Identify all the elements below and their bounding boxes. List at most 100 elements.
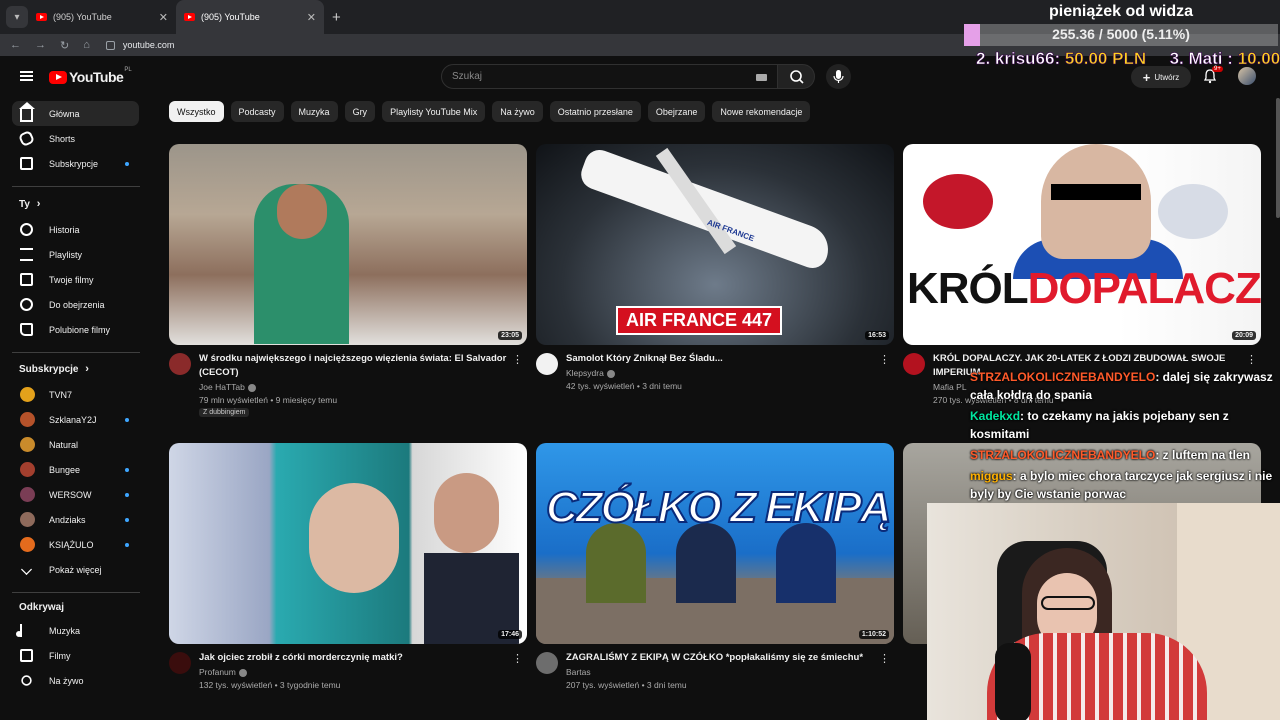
channel-avatar[interactable] — [536, 353, 558, 375]
section-subscriptions-header[interactable]: Subskrypcje › — [19, 363, 89, 375]
sidebar-subscription[interactable]: KSIĄŻULO — [12, 532, 139, 557]
browser-tab[interactable]: (905) YouTube ✕ — [28, 0, 176, 34]
video-card[interactable]: AIR FRANCE AIR FRANCE 447 16:53 Samolot … — [536, 144, 894, 391]
more-actions-icon[interactable]: ⋮ — [1246, 353, 1257, 366]
new-tab-icon[interactable]: + — [332, 9, 341, 26]
video-title[interactable]: W środku największego i najcięższego wię… — [199, 352, 509, 380]
sidebar-subscription[interactable]: Natural — [12, 432, 139, 457]
sidebar-subscription[interactable]: WERSOW — [12, 482, 139, 507]
sidebar-item-playlists[interactable]: Playlisty — [12, 242, 139, 267]
site-info-icon[interactable] — [105, 40, 115, 50]
close-tab-icon[interactable]: ✕ — [159, 11, 168, 24]
create-button[interactable]: + Utwórz — [1131, 66, 1191, 88]
chip-0[interactable]: Wszystko — [169, 101, 224, 122]
menu-icon[interactable] — [20, 71, 33, 81]
search-input[interactable] — [452, 71, 752, 82]
video-thumbnail[interactable]: 17:46 — [169, 443, 527, 644]
video-card[interactable]: 17:46 Jak ojciec zrobił z córki mordercz… — [169, 443, 527, 690]
donation-goal-bar: 255.36 / 5000 (5.11%) — [964, 24, 1278, 46]
youtube-logo[interactable]: YouTube PL — [49, 67, 132, 85]
video-card[interactable]: KRÓLDOPALACZY 20:09 KRÓL DOPALACZY. JAK … — [903, 144, 1261, 405]
sidebar-item-home[interactable]: Główna — [12, 101, 139, 126]
account-avatar[interactable] — [1238, 67, 1256, 85]
video-card[interactable]: CZÓŁKO Z EKIPĄ 1:10:52 ZAGRALIŚMY Z EKIP… — [536, 443, 894, 690]
dubbing-badge: Z dubbingiem — [199, 408, 250, 417]
more-actions-icon[interactable]: ⋮ — [879, 652, 890, 665]
keyboard-icon[interactable] — [756, 74, 767, 81]
chip-8[interactable]: Nowe rekomendacje — [712, 101, 811, 122]
chip-4[interactable]: Playlisty YouTube Mix — [382, 101, 486, 122]
chip-6[interactable]: Ostatnio przesłane — [549, 101, 641, 122]
channel-name-text: Profanum — [199, 667, 236, 677]
channel-name[interactable]: Bartas — [566, 666, 591, 679]
home-browser-icon[interactable]: ⌂ — [83, 39, 90, 51]
reload-icon[interactable]: ↻ — [60, 39, 69, 52]
sidebar-subscription[interactable]: Bungee — [12, 457, 139, 482]
chip-7[interactable]: Obejrzane — [647, 101, 706, 122]
chip-2[interactable]: Muzyka — [290, 101, 338, 122]
channel-name[interactable]: Joe HaTTab — [199, 381, 256, 394]
chip-5[interactable]: Na żywo — [492, 101, 543, 122]
new-content-dot — [125, 492, 129, 497]
browser-tab-active[interactable]: (905) YouTube ✕ — [176, 0, 324, 34]
sidebar-item-music[interactable]: Muzyka — [12, 618, 139, 643]
more-actions-icon[interactable]: ⋮ — [879, 353, 890, 366]
video-thumbnail[interactable]: CZÓŁKO Z EKIPĄ 1:10:52 — [536, 443, 894, 644]
sidebar-item-your-videos[interactable]: Twoje filmy — [12, 267, 139, 292]
channel-avatar[interactable] — [169, 652, 191, 674]
verified-icon — [238, 668, 247, 677]
section-you-header[interactable]: Ty › — [19, 198, 40, 210]
channel-avatar[interactable] — [169, 353, 191, 375]
video-title[interactable]: Jak ojciec zrobił z córki morderczynię m… — [199, 651, 509, 665]
back-icon[interactable]: ← — [10, 39, 21, 51]
sidebar-item-live[interactable]: Na żywo — [12, 668, 139, 693]
sidebar-item-films[interactable]: Filmy — [12, 643, 139, 668]
chat-username: STRZALOKOLICZNEBANDYELO — [970, 448, 1156, 462]
sidebar-item-liked[interactable]: Polubione filmy — [12, 317, 139, 342]
subscriptions-icon — [20, 157, 33, 170]
channel-avatar[interactable] — [903, 353, 925, 375]
channel-avatar[interactable] — [536, 652, 558, 674]
shorts-icon — [17, 129, 36, 148]
sidebar-item-history[interactable]: Historia — [12, 217, 139, 242]
donor-name: 3. Mati : — [1169, 49, 1233, 69]
sidebar-subscription[interactable]: SzklanaY2J — [12, 407, 139, 432]
sidebar-item-subscriptions[interactable]: Subskrypcje — [12, 151, 139, 176]
sidebar-item-label: Filmy — [49, 650, 71, 661]
page-scrollbar[interactable] — [1276, 98, 1280, 218]
more-actions-icon[interactable]: ⋮ — [512, 353, 523, 366]
search-box[interactable] — [441, 64, 778, 89]
channel-name[interactable]: Klepsydra — [566, 367, 615, 380]
logo-region: PL — [124, 67, 132, 73]
chat-username: Kadekxd — [970, 409, 1021, 423]
tab-search-button[interactable]: ▾ — [6, 6, 28, 28]
sidebar-subscription[interactable]: Andziaks — [12, 507, 139, 532]
video-card[interactable]: 23:05 W środku największego i najcięższe… — [169, 144, 527, 417]
channel-name[interactable]: Mafia PL — [933, 381, 967, 394]
channel-name-text: Klepsydra — [566, 368, 604, 378]
more-actions-icon[interactable]: ⋮ — [512, 652, 523, 665]
sidebar-item-watch-later[interactable]: Do obejrzenia — [12, 292, 139, 317]
video-title[interactable]: Samolot Który Zniknął Bez Śladu... — [566, 352, 876, 366]
live-icon — [21, 675, 32, 686]
sidebar-item-label: Twoje filmy — [49, 274, 94, 285]
chip-1[interactable]: Podcasty — [230, 101, 284, 122]
sidebar-subscription[interactable]: TVN7 — [12, 382, 139, 407]
close-tab-icon[interactable]: ✕ — [307, 11, 316, 24]
censor-bar — [1051, 184, 1141, 200]
video-title[interactable]: ZAGRALIŚMY Z EKIPĄ W CZÓŁKO *popłakaliśm… — [566, 651, 876, 665]
new-content-dot — [125, 161, 129, 166]
sidebar-item-label: Natural — [49, 439, 79, 450]
voice-search-button[interactable] — [826, 64, 851, 89]
chip-3[interactable]: Gry — [344, 101, 376, 122]
url-field[interactable]: youtube.com — [105, 40, 174, 50]
sidebar-item-shorts[interactable]: Shorts — [12, 126, 139, 151]
sidebar-item-show-more[interactable]: Pokaż więcej — [12, 557, 139, 582]
channel-name[interactable]: Profanum — [199, 666, 247, 679]
search-button[interactable] — [777, 64, 815, 89]
video-thumbnail[interactable]: KRÓLDOPALACZY 20:09 — [903, 144, 1261, 345]
video-thumbnail[interactable]: 23:05 — [169, 144, 527, 345]
video-thumbnail[interactable]: AIR FRANCE AIR FRANCE 447 16:53 — [536, 144, 894, 345]
new-content-dot — [125, 517, 129, 522]
forward-icon[interactable]: → — [35, 39, 46, 51]
